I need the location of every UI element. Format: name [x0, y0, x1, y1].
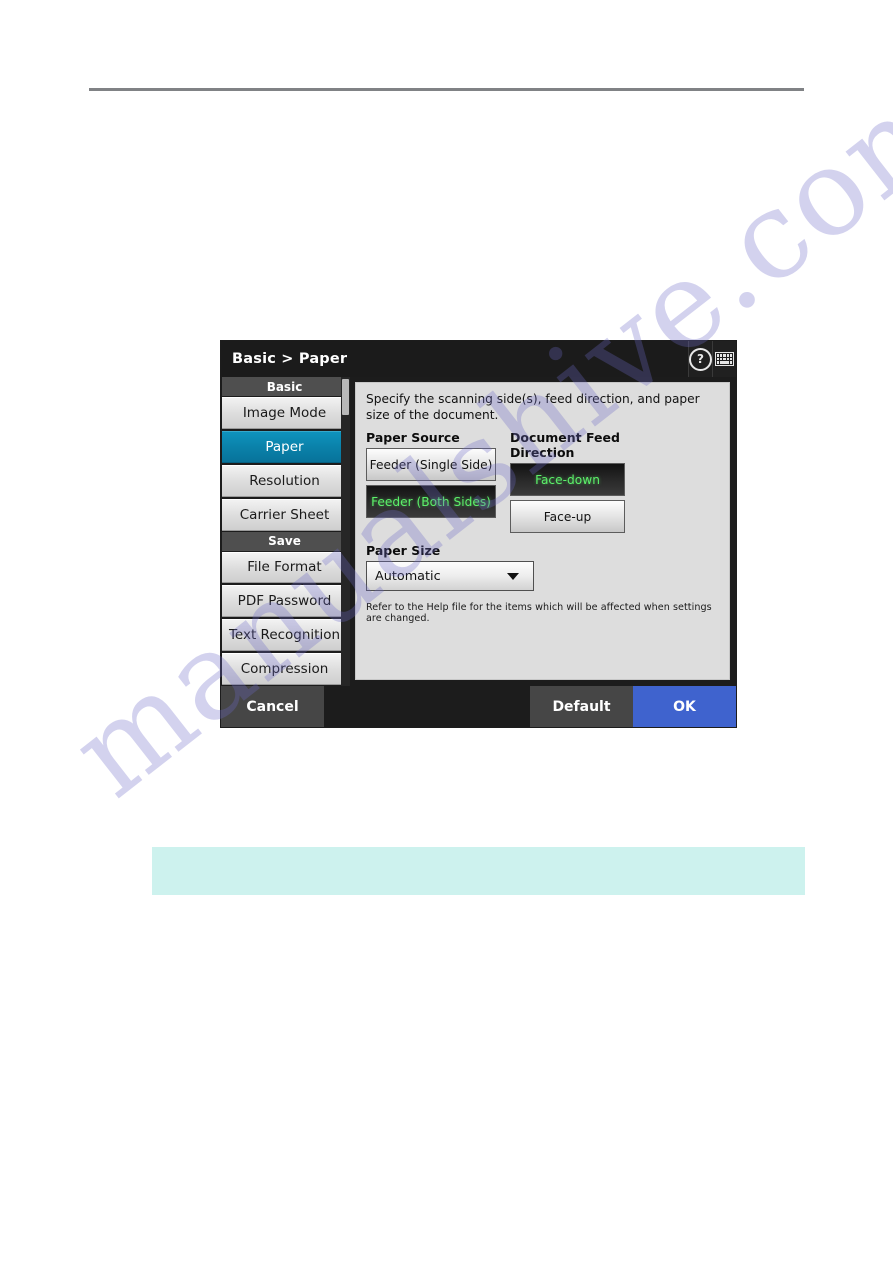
- feed-direction-group: Document Feed Direction Face-down Face-u…: [510, 430, 625, 534]
- sidebar-item-image-mode[interactable]: Image Mode: [222, 397, 347, 429]
- feed-direction-face-down[interactable]: Face-down: [510, 463, 625, 497]
- paper-source-feeder-single-side[interactable]: Feeder (Single Side): [366, 448, 496, 482]
- footer-spacer: [324, 686, 530, 727]
- keyboard-button[interactable]: [712, 341, 736, 377]
- paper-size-label: Paper Size: [366, 543, 441, 559]
- chevron-down-icon: [507, 572, 519, 580]
- page-header-rule: [89, 88, 804, 91]
- feed-direction-face-up[interactable]: Face-up: [510, 500, 625, 534]
- paper-settings-dialog: Basic > Paper ? Basic Image Mode Paper R…: [221, 341, 736, 727]
- sidebar-scrollbar[interactable]: [341, 377, 350, 686]
- sidebar-group-basic-header: Basic: [222, 377, 347, 396]
- sidebar-item-compression[interactable]: Compression: [222, 653, 347, 685]
- feed-direction-label: Document Feed Direction: [510, 430, 620, 461]
- sidebar-item-carrier-sheet[interactable]: Carrier Sheet: [222, 498, 347, 531]
- panel-description: Specify the scanning side(s), feed direc…: [366, 392, 700, 423]
- paper-source-group: Paper Source Feeder (Single Side) Feeder…: [366, 430, 496, 533]
- paper-source-feeder-both-sides[interactable]: Feeder (Both Sides): [366, 485, 496, 519]
- paper-size-select[interactable]: Automatic: [366, 561, 534, 592]
- default-button[interactable]: Default: [530, 686, 633, 727]
- titlebar-icon-group: ?: [688, 341, 736, 377]
- sidebar-item-text-recognition[interactable]: Text Recognition: [222, 619, 347, 652]
- sidebar-item-pdf-password[interactable]: PDF Password: [222, 585, 347, 618]
- dialog-body: Basic Image Mode Paper Resolution Carrie…: [221, 377, 736, 686]
- sidebar-item-resolution[interactable]: Resolution: [222, 464, 347, 497]
- paper-size-group: Paper Size Automatic: [366, 543, 719, 592]
- sidebar-group-save-header: Save: [222, 531, 347, 551]
- options-columns: Paper Source Feeder (Single Side) Feeder…: [366, 430, 719, 534]
- paper-source-label: Paper Source: [366, 430, 460, 446]
- help-question-icon: ?: [689, 347, 712, 371]
- breadcrumb: Basic > Paper: [232, 351, 348, 367]
- sidebar-scrollbar-thumb[interactable]: [342, 379, 349, 415]
- sidebar-item-file-format[interactable]: File Format: [222, 551, 347, 584]
- cancel-button[interactable]: Cancel: [221, 686, 324, 727]
- dialog-footer: Cancel Default OK: [221, 686, 736, 727]
- dialog-titlebar: Basic > Paper ?: [221, 341, 736, 377]
- settings-sidebar: Basic Image Mode Paper Resolution Carrie…: [221, 377, 350, 686]
- highlight-band: [152, 847, 805, 895]
- paper-size-value: Automatic: [375, 568, 441, 584]
- keyboard-icon: [715, 352, 734, 366]
- ok-button[interactable]: OK: [633, 686, 736, 727]
- sidebar-item-paper[interactable]: Paper: [222, 430, 347, 463]
- settings-panel: Specify the scanning side(s), feed direc…: [355, 382, 730, 680]
- panel-note: Refer to the Help file for the items whi…: [366, 602, 712, 625]
- help-button[interactable]: ?: [688, 341, 712, 377]
